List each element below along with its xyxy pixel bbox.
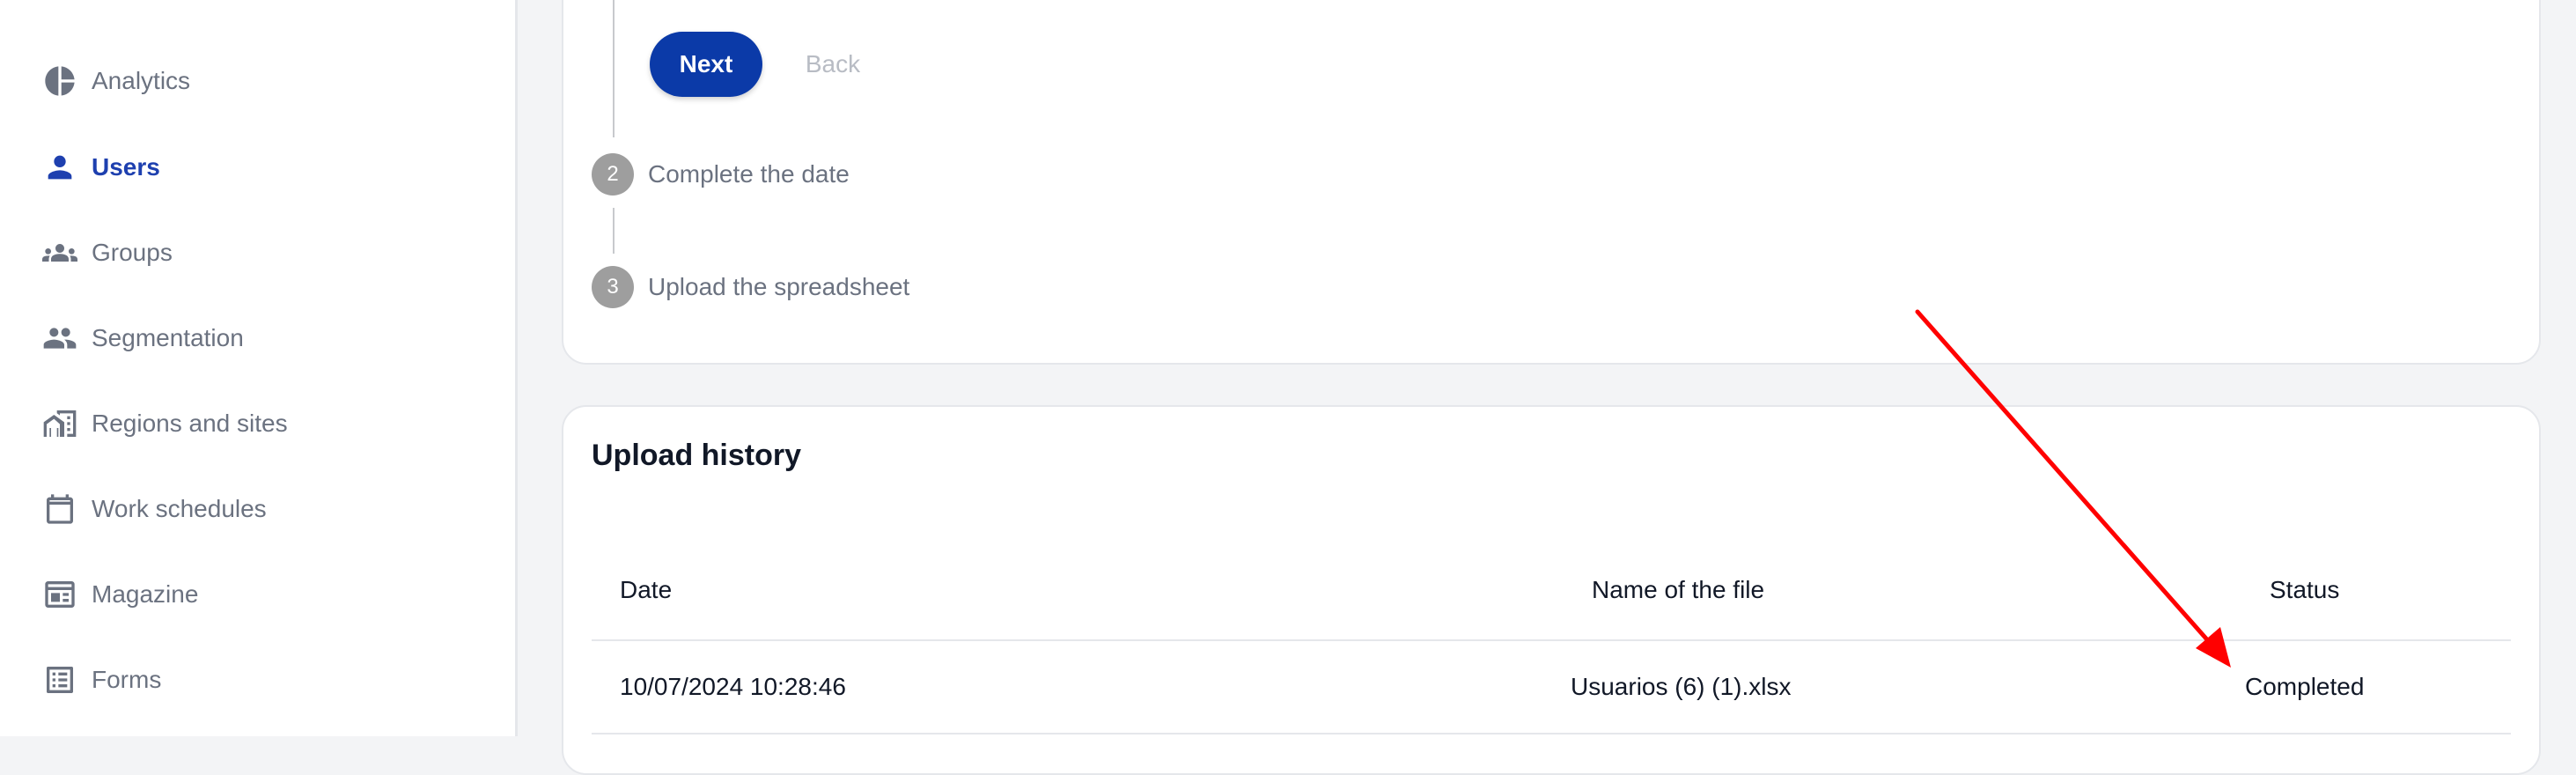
upload-history-title: Upload history [592,439,802,472]
step-label-upload-spreadsheet: Upload the spreadsheet [648,273,910,300]
sidebar-item-label: Analytics [92,67,191,94]
sidebar-item-label: Magazine [92,580,199,608]
sidebar-item-work-schedules[interactable]: Work schedules [42,483,267,535]
sidebar-item-magazine[interactable]: Magazine [42,568,198,621]
sidebar-item-label: Groups [92,239,173,266]
sidebar-item-forms[interactable]: Forms [42,653,161,706]
sidebar-item-label: Users [92,153,160,181]
back-button[interactable]: Back [789,32,877,97]
sidebar-item-analytics[interactable]: Analytics [42,55,190,107]
table-cell-file-name: Usuarios (6) (1).xlsx [1571,673,1792,700]
sidebar-item-regions-and-sites[interactable]: Regions and sites [42,397,288,450]
groups-icon [42,235,77,270]
newspaper-icon [42,577,77,612]
sidebar-item-label: Work schedules [92,495,267,522]
table-divider [592,733,2511,734]
people-icon [42,321,77,356]
sidebar: Analytics Users Groups Segmentation Regi… [0,0,518,736]
step-connector [613,208,615,254]
column-header-file-name: Name of the file [1592,576,1765,603]
sidebar-item-segmentation[interactable]: Segmentation [42,312,244,365]
list-form-icon [42,662,77,698]
step-number-2: 2 [592,153,634,196]
sidebar-item-label: Regions and sites [92,410,288,437]
table-cell-status: Completed [2245,673,2365,700]
table-cell-date: 10/07/2024 10:28:46 [620,673,846,700]
next-button[interactable]: Next [650,32,762,97]
upload-history-card [562,405,2541,775]
sidebar-item-users[interactable]: Users [42,141,160,194]
table-divider [592,639,2511,641]
sidebar-item-groups[interactable]: Groups [42,226,173,279]
calendar-icon [42,491,77,527]
person-icon [42,150,77,185]
sidebar-item-label: Segmentation [92,324,244,351]
sidebar-item-label: Forms [92,666,162,693]
home-work-icon [42,406,77,441]
pie-chart-icon [42,63,77,99]
step-label-complete-date: Complete the date [648,160,850,188]
column-header-status: Status [2270,576,2340,603]
column-header-date: Date [620,576,673,603]
step-number-3: 3 [592,266,634,308]
step-connector [613,0,615,137]
